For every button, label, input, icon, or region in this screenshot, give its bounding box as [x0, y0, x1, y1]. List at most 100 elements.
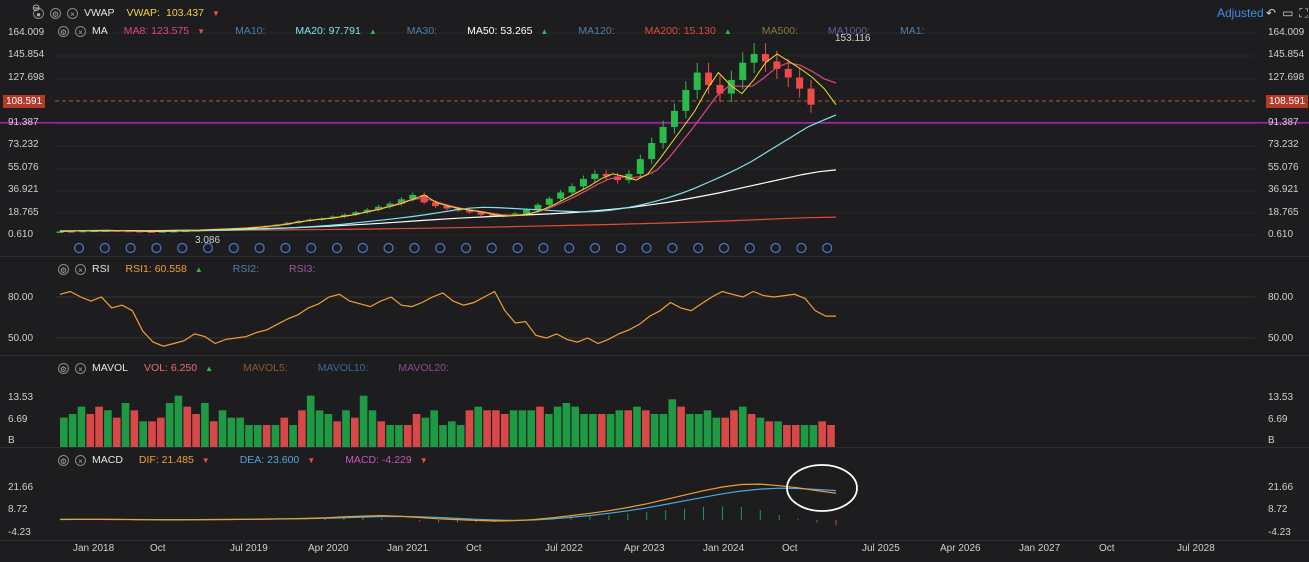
ma-legend-arrow: ▲	[368, 26, 377, 36]
volume-bar	[791, 425, 800, 447]
volume-bar	[694, 414, 703, 447]
ma-legend-item: MA1:	[899, 25, 925, 37]
ma-name: MA	[92, 25, 108, 37]
volume-bar	[800, 425, 809, 447]
macd-name: MACD	[92, 454, 123, 466]
settings-icon[interactable]: ⚙	[58, 362, 69, 374]
axis-tick-label: 73.232	[1268, 139, 1299, 150]
rsi-legend-item: RSI1: 60.558	[125, 263, 187, 275]
time-axis-label: Oct	[1099, 543, 1115, 554]
close-icon[interactable]: ×	[75, 362, 86, 374]
minimize-icon[interactable]: ▭	[1282, 6, 1293, 21]
time-axis-label: Jul 2025	[862, 543, 900, 554]
candle-body	[568, 186, 576, 193]
volume-bar	[474, 406, 483, 447]
candle-body	[659, 126, 667, 144]
axis-tick-label: 6.69	[1268, 414, 1288, 425]
axis-tick-label: 18.765	[1268, 207, 1299, 218]
volume-bar	[368, 410, 377, 447]
menu-icon[interactable]: ⊖	[32, 3, 40, 14]
volume-bar	[545, 414, 553, 447]
volume-bar	[359, 395, 368, 447]
chart-canvas[interactable]	[0, 0, 1309, 562]
axis-tick-label: 164.009	[8, 27, 45, 38]
settings-icon[interactable]: ⚙	[58, 25, 69, 37]
ma-legend-arrow: ▲	[540, 26, 549, 36]
volume-bar	[254, 425, 262, 447]
axis-tick-label: 80.00	[1268, 292, 1294, 303]
macd-legend-arrow: ▼	[307, 455, 316, 465]
event-marker-icon	[796, 242, 807, 254]
event-marker-icon	[125, 242, 136, 254]
volume-bar	[139, 421, 147, 447]
vwap-label: VWAP:	[126, 7, 160, 19]
volume-bar	[174, 395, 183, 447]
vwap-name: VWAP	[84, 7, 115, 19]
settings-icon[interactable]: ⚙	[58, 263, 69, 275]
axis-tick-label: 164.009	[1268, 27, 1305, 38]
dif-line	[59, 483, 837, 522]
rsi-name: RSI	[92, 263, 110, 275]
volume-bar	[236, 417, 244, 447]
candle-body	[807, 88, 815, 105]
volume-bar	[509, 410, 518, 447]
candle-body	[784, 68, 792, 78]
close-icon[interactable]: ×	[67, 7, 78, 19]
event-marker-icon	[822, 242, 833, 254]
ma-legend: ⚙ × MA MA8: 123.575 ▼ MA10: MA20: 97.791 ▲ MA…	[58, 23, 944, 39]
ma-legend-arrow: ▼	[197, 26, 206, 36]
volume-bar	[783, 425, 791, 447]
volume-bar	[774, 421, 782, 447]
axis-tick-label: 13.53	[8, 392, 34, 403]
axis-tick-label: 145.854	[1268, 49, 1305, 60]
last-price-tag-right: 108.591	[1266, 95, 1309, 108]
event-marker-icon	[693, 242, 704, 254]
candle-body	[591, 173, 599, 179]
time-axis-label: Jul 2028	[1177, 543, 1215, 554]
time-axis-label: Jan 2021	[387, 543, 429, 554]
volume-bar	[483, 410, 491, 447]
axis-tick-label: 73.232	[8, 139, 39, 150]
volume-bar	[227, 417, 236, 447]
undo-icon[interactable]: ↶	[1266, 6, 1276, 21]
time-axis-label: Oct	[466, 543, 482, 554]
settings-icon[interactable]: ⚙	[58, 454, 69, 466]
time-axis-label: Apr 2026	[940, 543, 981, 554]
event-marker-icon	[486, 242, 497, 254]
event-marker-icon	[435, 242, 446, 254]
axis-tick-label: 36.921	[1268, 184, 1299, 195]
volume-bar	[324, 414, 333, 447]
volume-bar	[386, 425, 394, 447]
event-marker-icon	[409, 242, 420, 254]
volume-bar	[121, 403, 130, 447]
macd-legend-item: DEA: 23.600	[239, 454, 300, 466]
adjusted-toggle[interactable]: Adjusted	[1217, 6, 1264, 20]
volume-bar	[112, 417, 121, 447]
close-icon[interactable]: ×	[75, 263, 86, 275]
close-icon[interactable]: ×	[75, 454, 86, 466]
close-icon[interactable]: ×	[75, 25, 86, 37]
volume-bar	[703, 410, 712, 447]
event-marker-icon	[306, 242, 317, 254]
candle-body	[739, 62, 747, 80]
ma-legend-item: MA500:	[761, 25, 798, 37]
fullscreen-icon[interactable]: ⛶	[1299, 6, 1307, 21]
axis-tick-label: 50.00	[8, 333, 34, 344]
volume-bar	[492, 410, 500, 447]
axis-tick-label: 36.921	[8, 184, 39, 195]
volume-bar	[218, 410, 227, 447]
volume-bar	[148, 421, 156, 447]
settings-icon[interactable]: ⚙	[50, 7, 61, 19]
ma-legend-item: MA10:	[235, 25, 266, 37]
axis-tick-label: 55.076	[8, 162, 39, 173]
candle-body	[670, 110, 678, 127]
event-marker-icon	[615, 242, 626, 254]
volume-bar	[289, 425, 297, 447]
volume-bar	[430, 410, 438, 447]
time-axis-label: Apr 2023	[624, 543, 665, 554]
axis-tick-label: 127.698	[1268, 72, 1305, 83]
event-marker-icon	[99, 242, 110, 254]
event-marker-icon	[280, 242, 291, 254]
axis-tick-label: 6.69	[8, 414, 28, 425]
volume-bar	[739, 406, 747, 447]
